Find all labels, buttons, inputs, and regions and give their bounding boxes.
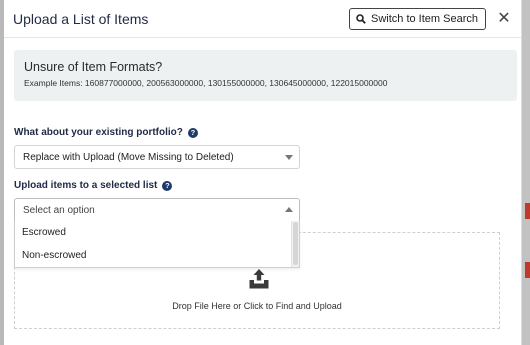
- switch-button-label: Switch to Item Search: [371, 12, 478, 25]
- list-select-options: Escrowed Non-escrowed: [14, 221, 300, 268]
- portfolio-label-text: What about your existing portfolio?: [14, 127, 183, 138]
- list-select-label: Upload items to a selected list ?: [14, 180, 173, 191]
- list-select-placeholder: Select an option: [23, 204, 95, 216]
- info-examples: Example Items: 160877000000, 20056300000…: [24, 78, 388, 88]
- dropdown-scrollbar[interactable]: [291, 221, 299, 267]
- close-icon[interactable]: ✕: [497, 10, 511, 27]
- option-escrowed[interactable]: Escrowed: [15, 221, 299, 244]
- upload-modal: Upload a List of Items Switch to Item Se…: [4, 0, 522, 345]
- backdrop-right: [522, 0, 530, 345]
- dropzone-text: Drop File Here or Click to Find and Uplo…: [172, 301, 342, 311]
- search-icon: [356, 13, 366, 24]
- info-title: Unsure of Item Formats?: [24, 60, 163, 74]
- backdrop-marker: [525, 262, 530, 278]
- backdrop-marker: [525, 203, 530, 219]
- modal-title: Upload a List of Items: [13, 10, 149, 27]
- list-select-label-text: Upload items to a selected list: [14, 180, 158, 191]
- upload-tray-icon: [249, 269, 269, 289]
- portfolio-select[interactable]: Replace with Upload (Move Missing to Del…: [14, 145, 300, 169]
- help-icon[interactable]: ?: [187, 127, 198, 138]
- chevron-down-icon: [285, 155, 293, 160]
- chevron-up-icon: [285, 207, 293, 212]
- portfolio-selected-value: Replace with Upload (Move Missing to Del…: [23, 151, 234, 163]
- option-non-escrowed[interactable]: Non-escrowed: [15, 244, 299, 267]
- portfolio-label: What about your existing portfolio? ?: [14, 127, 198, 138]
- list-select[interactable]: Select an option: [14, 198, 300, 222]
- switch-to-item-search-button[interactable]: Switch to Item Search: [349, 7, 486, 30]
- dropdown-scroll-thumb[interactable]: [293, 222, 298, 265]
- item-format-info: Unsure of Item Formats? Example Items: 1…: [14, 50, 517, 101]
- help-icon[interactable]: ?: [162, 180, 173, 191]
- modal-header: Upload a List of Items Switch to Item Se…: [4, 0, 521, 38]
